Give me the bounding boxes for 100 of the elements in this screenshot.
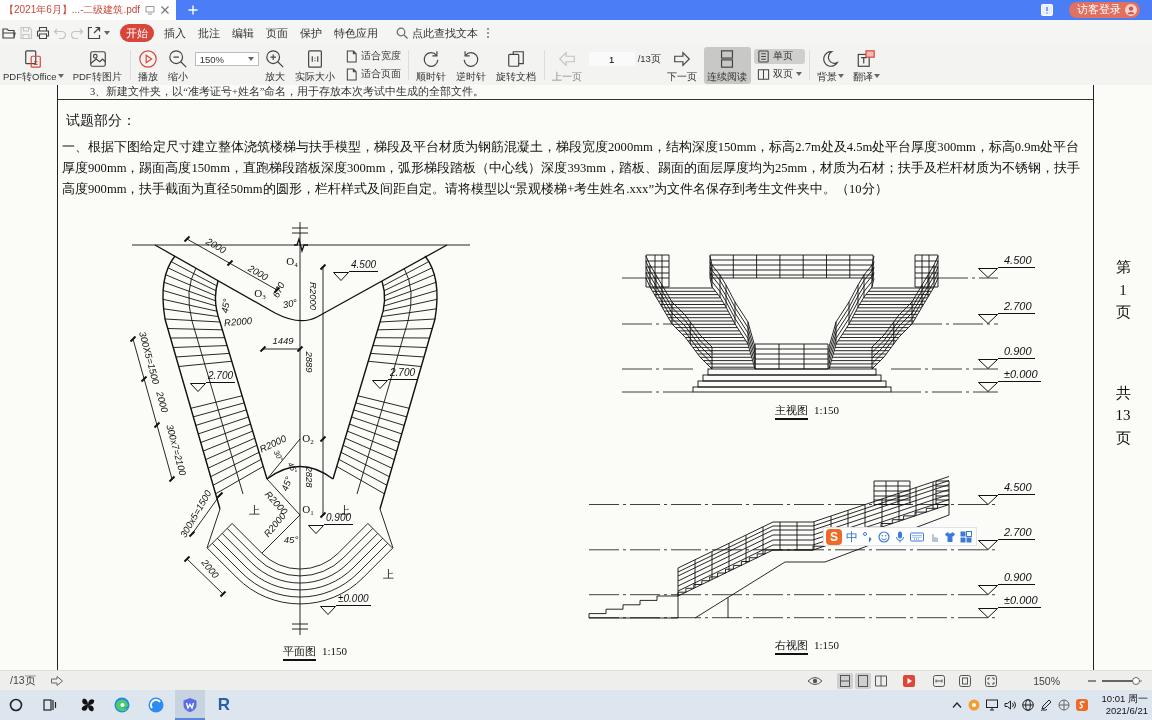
more-icon[interactable] [486, 26, 490, 39]
search-icon[interactable] [396, 26, 408, 39]
dimension-label: 2000 [204, 236, 228, 256]
elevation-marker-icon [978, 607, 998, 618]
scale-label: 1:150 [814, 404, 840, 417]
dimension-label: 2000 [246, 263, 270, 283]
dimension-label: 30° [282, 297, 298, 311]
toolbar-button[interactable]: PDF转图片 [69, 46, 126, 84]
elevation-marker-icon [190, 383, 206, 392]
toolbar-button[interactable]: 单页 [753, 48, 805, 64]
punctuation-icon[interactable] [862, 530, 874, 543]
level-label: 2.700 [998, 300, 1035, 314]
close-icon[interactable] [160, 5, 171, 15]
pages-icon [506, 48, 527, 69]
dimension-label: 2000 [154, 390, 170, 414]
scale-label: 1:150 [322, 645, 348, 658]
right-arrow-icon [672, 48, 693, 69]
view-mode-button[interactable] [855, 672, 872, 689]
fit-page-icon[interactable] [959, 674, 972, 687]
direction-label: 上 [382, 568, 394, 580]
page-total: 共13页 [1115, 383, 1131, 448]
export-icon[interactable] [87, 25, 101, 40]
menu-tab[interactable]: 开始 [120, 23, 154, 42]
swirl-icon [114, 697, 130, 713]
level-label: 2.700 [206, 369, 236, 383]
question-text: 一、根据下图给定尺寸建立整体浇筑楼梯与扶手模型，梯段及平台材质为钢筋混凝土，梯段宽度2000mm，结构深度150mm，标高2.7m处及4.5m处平台厚度300mm，标高0.9m处平台厚度900mm，踢面高度150mm，直跑梯段踏板深度300mm，弧形梯段踏板（中心线）深度393mm，踏板、踢面的面层厚度均为25mm，材质为石材；扶手及栏杆材质为不锈钢，扶手高度900mm，扶手截面为直径50mm的圆形，栏杆样式及间距自定。请将模型以“景观楼梯+考生姓名.xxx”为文件名保存到考生文件夹中。（10分） [62, 139, 1082, 198]
level-label: ±0.000 [998, 368, 1041, 382]
shield-icon [182, 697, 198, 713]
menu-tab[interactable]: 页面 [260, 23, 294, 42]
toolbar-button[interactable]: 缩小 [164, 46, 192, 84]
elevation-marker-icon [978, 539, 998, 550]
level-label: ±0.000 [336, 592, 371, 606]
play-icon [138, 48, 159, 69]
scale-label: 1:150 [814, 639, 840, 652]
menu-tab[interactable]: 编辑 [226, 23, 260, 42]
toolbar-button[interactable]: 实际大小 [291, 46, 339, 84]
print-icon[interactable] [36, 25, 50, 40]
toolbar-button[interactable]: 旋转文档 [492, 46, 540, 84]
pinwheel-icon [80, 697, 96, 713]
elevation-marker-icon [978, 359, 998, 369]
input-mode-toggle[interactable]: 中 [846, 529, 858, 544]
search-field[interactable]: 点此查找文本 [412, 26, 484, 39]
zoom-select[interactable]: 150% [194, 52, 259, 66]
level-label: 0.900 [998, 345, 1035, 359]
screen-icon[interactable] [145, 5, 156, 15]
toolbar-button[interactable]: 适合宽度 [341, 48, 404, 64]
monitor-icon[interactable] [985, 699, 998, 711]
toolbar-button[interactable]: PDF转Office [0, 46, 67, 84]
right-arrow-icon[interactable] [49, 674, 64, 687]
toolbar-button[interactable]: 顺时针 [412, 46, 450, 84]
menu-tab[interactable]: 保护 [294, 23, 328, 42]
menu-tab[interactable]: 批注 [192, 23, 226, 42]
keyboard-icon[interactable] [910, 530, 924, 543]
alert-icon[interactable] [1041, 4, 1053, 16]
fullscreen-icon[interactable] [985, 674, 998, 687]
folder-icon[interactable] [2, 25, 16, 40]
microphone-icon[interactable] [894, 530, 906, 543]
toolbar-button[interactable]: 适合页面 [341, 66, 404, 82]
dimension-label: 1449 [272, 336, 294, 346]
grid-circle-icon[interactable] [1057, 699, 1070, 711]
logo-icon[interactable] [1075, 699, 1088, 711]
slider-thumb[interactable] [1132, 676, 1141, 685]
toolbar-button[interactable]: 双页 [753, 66, 805, 82]
smiley-icon[interactable] [878, 530, 890, 543]
dimension-label: 670 [271, 280, 287, 300]
view-mode-button[interactable] [873, 672, 890, 689]
level-label: 0.900 [998, 570, 1035, 585]
taskbar-button[interactable]: R [209, 690, 239, 720]
toolbar-button[interactable]: 播放 [134, 46, 162, 84]
speaker-icon[interactable] [1003, 699, 1016, 711]
ring-icon[interactable] [9, 698, 23, 712]
menu-tab[interactable]: 插入 [158, 23, 192, 42]
shirt-icon[interactable] [944, 530, 956, 543]
center-point-label: O$_{4}$ [286, 255, 298, 267]
pen-icon[interactable] [1039, 699, 1052, 711]
clock-time[interactable]: 10:01 周一 [1101, 693, 1148, 705]
document-tab[interactable]: 【2021年6月】...-二级建筑.pdf [0, 0, 177, 20]
globe-icon[interactable] [1021, 699, 1034, 711]
menu-tab[interactable]: 特色应用 [328, 23, 384, 42]
task-view-icon[interactable] [43, 698, 57, 712]
toolbar-button[interactable]: 放大 [261, 46, 289, 84]
toolbar-button[interactable]: 逆时针 [452, 46, 490, 84]
toolbar-button[interactable]: 连续阅读 [703, 46, 751, 84]
chevron-up-icon[interactable] [951, 702, 962, 708]
eye-icon[interactable] [807, 674, 824, 687]
elevation-marker-icon [978, 382, 998, 392]
toolbar-button[interactable]: 翻译 [849, 46, 883, 84]
translate-icon [856, 48, 877, 69]
view-mode-button[interactable] [837, 672, 854, 689]
play-icon[interactable] [903, 674, 916, 687]
view-title: 主视图 [775, 404, 808, 420]
split-page-icon [840, 674, 851, 687]
toolbar-button[interactable]: 下一页 [663, 46, 701, 84]
page-field[interactable]: 1 [588, 52, 635, 66]
grid-icon[interactable] [960, 530, 972, 543]
add-tab-icon[interactable] [188, 5, 199, 15]
toolbar-button[interactable]: 背景 [813, 46, 847, 84]
clock-date[interactable]: 2021/6/21 [1105, 705, 1148, 717]
zoom-level: 150% [1033, 674, 1060, 687]
fit-width-icon[interactable] [933, 674, 946, 687]
